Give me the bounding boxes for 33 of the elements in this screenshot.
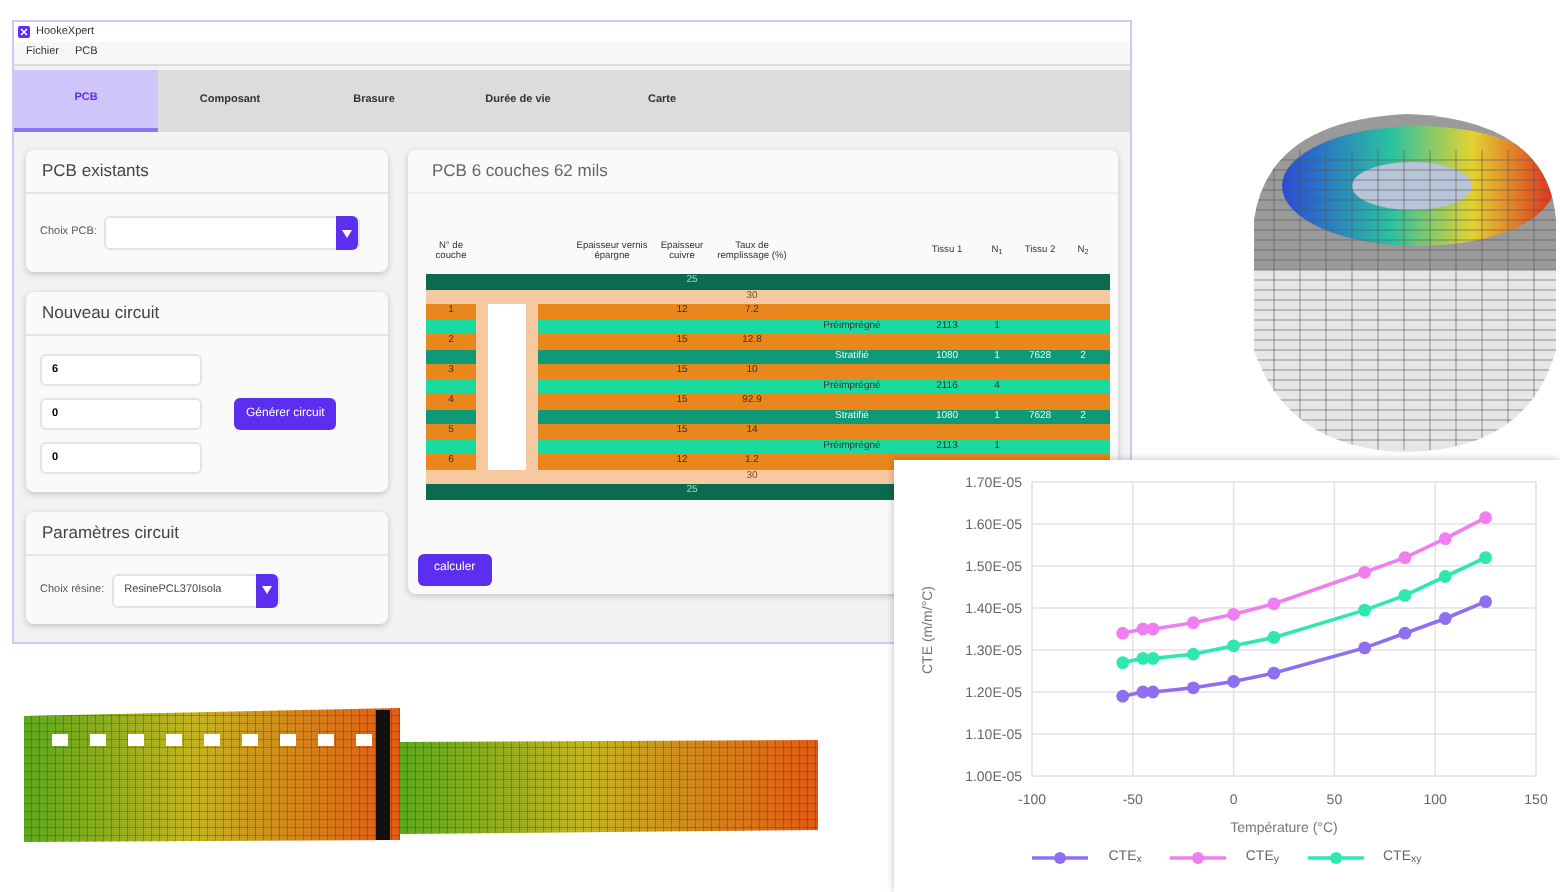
dropdown[interactable] — [104, 216, 361, 250]
data-point — [1358, 603, 1372, 617]
data-point — [1479, 551, 1492, 564]
data-point — [1479, 595, 1492, 609]
data-point — [1227, 639, 1240, 653]
data-point — [1398, 589, 1412, 602]
data-point — [1186, 616, 1200, 630]
data-point — [1116, 689, 1130, 703]
data-point — [1116, 626, 1130, 640]
data-point — [1267, 597, 1281, 611]
caret-down-icon — [342, 229, 353, 237]
data-point — [1267, 666, 1281, 680]
caret-down-icon — [262, 586, 273, 594]
data-point — [1398, 626, 1412, 640]
data-point — [1358, 641, 1372, 655]
data-point — [1227, 675, 1240, 688]
data-point — [1438, 612, 1452, 625]
panel-title: Paramètres circuit — [42, 520, 179, 546]
data-point — [1358, 565, 1372, 579]
dropdown-button[interactable] — [256, 573, 279, 607]
panel-title: Nouveau circuit — [42, 300, 160, 326]
data-point — [1438, 532, 1452, 546]
data-point — [1227, 607, 1240, 621]
panel-title: PCB 6 couches 62 mils — [432, 158, 608, 184]
panel-title: PCB existants — [42, 158, 149, 184]
data-point — [1186, 681, 1200, 695]
dropdown-button[interactable] — [336, 216, 359, 250]
data-point — [1398, 551, 1412, 564]
data-point — [1116, 656, 1130, 669]
data-point — [1479, 511, 1492, 525]
data-point — [1267, 631, 1281, 644]
data-point — [1186, 647, 1200, 661]
data-point — [1438, 570, 1452, 583]
